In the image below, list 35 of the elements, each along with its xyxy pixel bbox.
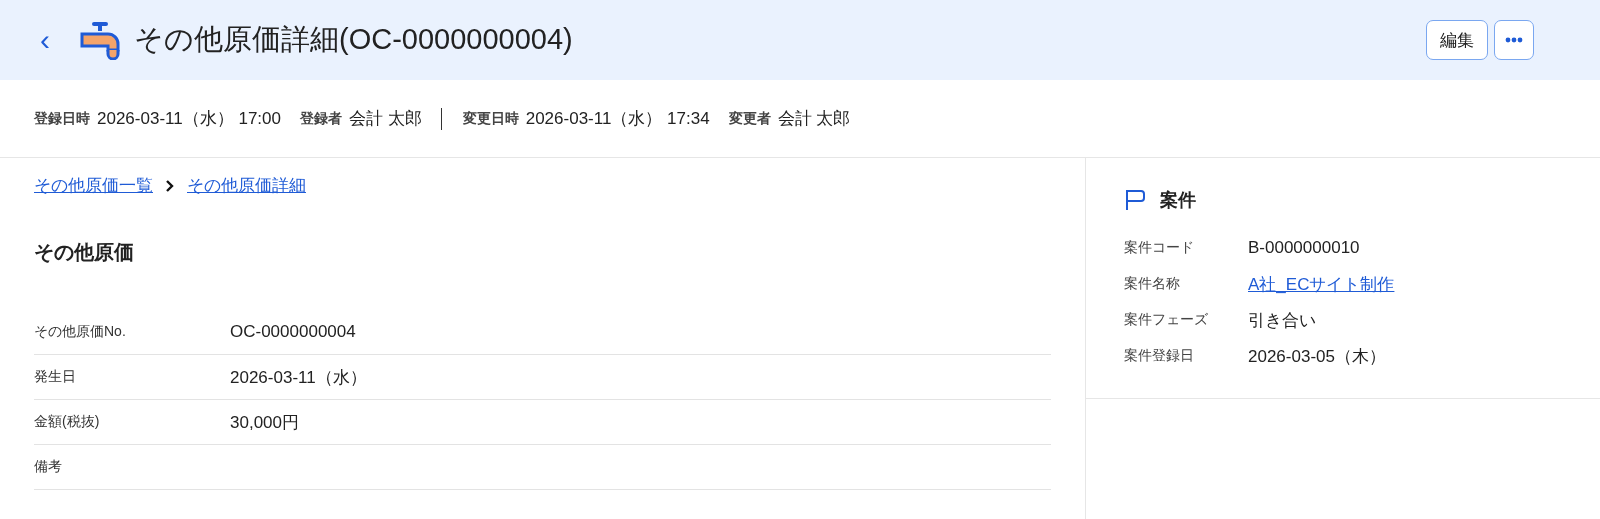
edit-button[interactable]: 編集	[1426, 20, 1488, 60]
meta-value: 会計 太郎	[348, 108, 422, 130]
meta-value: 会計 太郎	[777, 108, 851, 130]
more-icon	[1505, 37, 1523, 43]
field-value: 2026-03-11（水）	[230, 366, 367, 389]
field-label: 案件名称	[1124, 275, 1181, 293]
meta-value: 2026-03-11（水） 17:00	[97, 108, 281, 130]
field-value: 30,000円	[230, 411, 299, 434]
field-label: 金額(税抜)	[34, 413, 101, 431]
breadcrumb-link[interactable]: その他原価詳細	[187, 174, 306, 197]
page-title: その他原価詳細(OC-0000000004)	[134, 22, 573, 57]
back-button[interactable]: ‹	[30, 25, 60, 55]
field-label: 発生日	[34, 368, 77, 386]
meta-label: 登録者	[299, 109, 342, 128]
more-button[interactable]	[1494, 20, 1534, 60]
meta-label: 変更者	[728, 109, 771, 128]
breadcrumb-link[interactable]: その他原価一覧	[34, 174, 153, 197]
field-label: 案件登録日	[1124, 347, 1195, 365]
field-label: 備考	[34, 458, 63, 476]
faucet-icon	[78, 20, 122, 60]
project-link[interactable]: A社_ECサイト制作	[1248, 272, 1395, 296]
meta-label: 変更日時	[462, 109, 519, 128]
meta-value: 2026-03-11（水） 17:34	[525, 108, 710, 130]
meta-label: 登録日時	[34, 109, 90, 128]
field-label: 案件フェーズ	[1124, 311, 1209, 329]
chevron-right-icon	[165, 178, 175, 193]
field-value: 2026-03-05（木）	[1248, 345, 1386, 368]
panel-title: 案件	[1160, 189, 1196, 212]
field-value: 引き合い	[1248, 309, 1316, 332]
field-label: その他原価No.	[34, 323, 127, 341]
field-label: 案件コード	[1124, 239, 1195, 257]
section-title: その他原価	[34, 240, 135, 265]
field-value: OC-0000000004	[230, 322, 356, 342]
field-value: B-0000000010	[1248, 238, 1360, 258]
flag-icon	[1124, 188, 1146, 212]
